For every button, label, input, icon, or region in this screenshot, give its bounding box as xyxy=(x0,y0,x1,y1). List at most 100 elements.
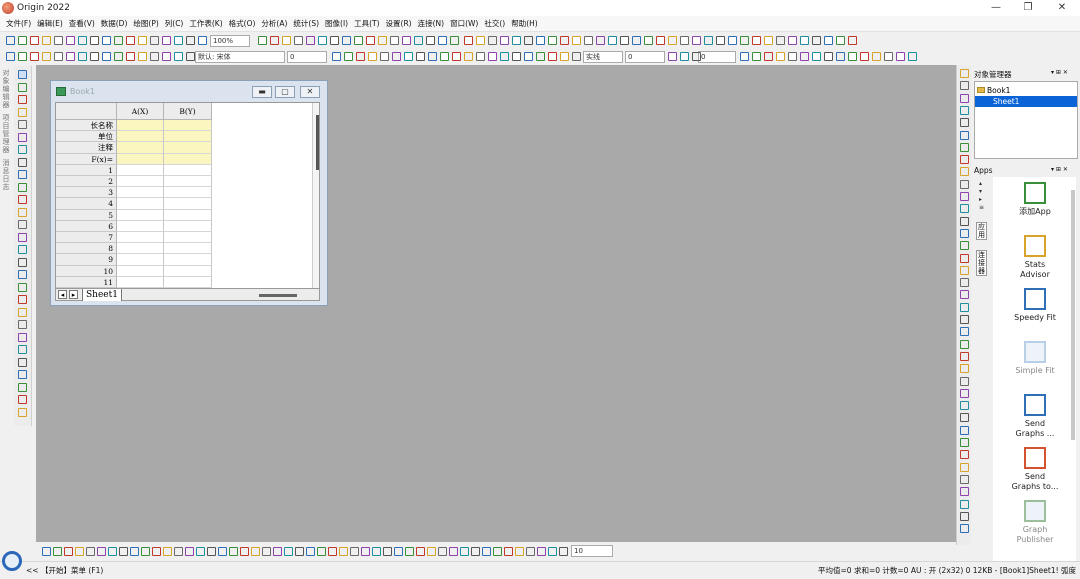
toolbar-button-icon[interactable] xyxy=(884,52,893,61)
toolbar-button-icon[interactable] xyxy=(824,36,833,45)
toolbar-button-icon[interactable] xyxy=(102,52,111,61)
bottom-tool-icon[interactable] xyxy=(218,547,227,556)
bottom-tool-icon[interactable] xyxy=(273,547,282,556)
apps-side-tab[interactable]: 应用 xyxy=(976,222,987,240)
right-tool-icon[interactable] xyxy=(960,450,969,460)
toolbar-button-icon[interactable] xyxy=(536,36,545,45)
right-tool-icon[interactable] xyxy=(960,253,969,263)
cell-b[interactable] xyxy=(164,254,212,266)
toolbar-button-icon[interactable] xyxy=(668,36,677,45)
toolbar-button-icon[interactable] xyxy=(126,52,135,61)
line-style-select[interactable]: 实线 xyxy=(583,51,623,63)
cell-b[interactable] xyxy=(164,164,212,176)
cell-a[interactable] xyxy=(117,243,164,255)
toolbar-button-icon[interactable] xyxy=(620,36,629,45)
bottom-tool-icon[interactable] xyxy=(119,547,128,556)
toolbar-button-icon[interactable] xyxy=(42,52,51,61)
toolbar-button-icon[interactable] xyxy=(102,36,111,45)
bottom-tool-icon[interactable] xyxy=(427,547,436,556)
menu-item[interactable]: 列(C) xyxy=(165,18,184,29)
toolbar-button-icon[interactable] xyxy=(536,52,545,61)
cell-a[interactable] xyxy=(117,164,164,176)
right-tool-icon[interactable] xyxy=(960,265,969,275)
toolbar-button-icon[interactable] xyxy=(848,36,857,45)
bottom-tool-icon[interactable] xyxy=(548,547,557,556)
toolbar-button-icon[interactable] xyxy=(512,52,521,61)
toolbar-button-icon[interactable] xyxy=(896,52,905,61)
tool-icon[interactable] xyxy=(18,170,27,179)
toolbar-button-icon[interactable] xyxy=(378,36,387,45)
toolbar-button-icon[interactable] xyxy=(270,36,279,45)
menu-item[interactable]: 查看(V) xyxy=(69,18,95,29)
toolbar-button-icon[interactable] xyxy=(404,52,413,61)
tool-icon[interactable] xyxy=(18,407,27,417)
bottom-tool-icon[interactable] xyxy=(86,547,95,556)
right-tool-icon[interactable] xyxy=(960,376,969,386)
bottom-tool-icon[interactable] xyxy=(240,547,249,556)
bottom-tool-icon[interactable] xyxy=(306,547,315,556)
toolbar-button-icon[interactable] xyxy=(500,36,509,45)
bottom-tool-icon[interactable] xyxy=(438,547,447,556)
left-strip-label[interactable]: 对象编辑器 xyxy=(1,69,11,109)
bottom-tool-icon[interactable] xyxy=(75,547,84,556)
toolbar-button-icon[interactable] xyxy=(90,52,99,61)
menu-item[interactable]: 分析(A) xyxy=(261,18,287,29)
column-header-b[interactable]: B(Y) xyxy=(164,103,212,120)
app-item[interactable]: Graph Publisher xyxy=(993,500,1077,545)
menu-item[interactable]: 文件(F) xyxy=(6,18,31,29)
cell-b[interactable] xyxy=(164,265,212,277)
toolbar-button-icon[interactable] xyxy=(114,36,123,45)
cell-b[interactable] xyxy=(164,198,212,210)
cell-b[interactable] xyxy=(164,142,212,154)
tool-icon[interactable] xyxy=(18,345,27,354)
bottom-tool-icon[interactable] xyxy=(471,547,480,556)
menu-item[interactable]: 数据(D) xyxy=(101,18,128,29)
toolbar-button-icon[interactable] xyxy=(596,36,605,45)
row-header[interactable]: 4 xyxy=(56,198,117,210)
font-size-select[interactable]: 0 xyxy=(287,51,327,63)
right-tool-icon[interactable] xyxy=(960,499,969,509)
app-item[interactable]: Send Graphs to... xyxy=(993,447,1077,492)
cell-b[interactable] xyxy=(164,276,212,288)
table-row[interactable]: 11 xyxy=(56,276,212,288)
left-strip-label[interactable]: 消息日志 xyxy=(1,159,11,191)
right-tool-icon[interactable] xyxy=(960,130,969,140)
cell-a[interactable] xyxy=(117,198,164,210)
tool-icon[interactable] xyxy=(18,157,27,167)
cell-a[interactable] xyxy=(117,254,164,266)
tab-prev-button[interactable]: ◂ xyxy=(58,290,67,299)
right-tool-icon[interactable] xyxy=(960,388,969,398)
menu-item[interactable]: 统计(S) xyxy=(293,18,319,29)
right-tool-icon[interactable] xyxy=(960,524,969,534)
cell-a[interactable] xyxy=(117,131,164,143)
corner-cell[interactable] xyxy=(56,103,117,120)
right-tool-icon[interactable] xyxy=(960,142,969,152)
row-header[interactable]: 8 xyxy=(56,243,117,255)
cell-b[interactable] xyxy=(164,187,212,199)
cell-a[interactable] xyxy=(117,232,164,244)
bottom-tool-icon[interactable] xyxy=(196,547,205,556)
toolbar-button-icon[interactable] xyxy=(836,36,845,45)
cell-b[interactable] xyxy=(164,220,212,232)
apps-scrollbar[interactable] xyxy=(1071,190,1075,440)
row-header[interactable]: 7 xyxy=(56,232,117,244)
menu-item[interactable]: 格式(O) xyxy=(229,18,256,29)
tool-icon[interactable] xyxy=(18,145,27,154)
toolbar-button-icon[interactable] xyxy=(764,52,773,61)
right-tool-icon[interactable] xyxy=(960,155,969,165)
right-tool-icon[interactable] xyxy=(960,290,969,300)
line-width-select[interactable]: 0 xyxy=(625,51,665,63)
toolbar-button-icon[interactable] xyxy=(788,36,797,45)
bottom-tool-icon[interactable] xyxy=(372,547,381,556)
toolbar-button-icon[interactable] xyxy=(294,36,303,45)
toolbar-button-icon[interactable] xyxy=(548,36,557,45)
toolbar-button-icon[interactable] xyxy=(440,52,449,61)
app-item[interactable]: Send Graphs ... xyxy=(993,394,1077,439)
toolbar-button-icon[interactable] xyxy=(54,52,63,61)
table-row[interactable]: 2 xyxy=(56,176,212,188)
menu-item[interactable]: 工作表(K) xyxy=(189,18,222,29)
bottom-tool-icon[interactable] xyxy=(251,547,260,556)
toolbar-button-icon[interactable] xyxy=(344,52,353,61)
bottom-tool-icon[interactable] xyxy=(152,547,161,556)
toolbar-button-icon[interactable] xyxy=(438,36,447,45)
